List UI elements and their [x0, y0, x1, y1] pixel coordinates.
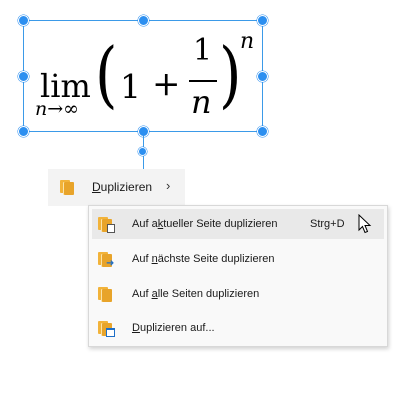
formula-object[interactable]: lim n→∞ ( 1 + 1 n ) n [18, 15, 268, 170]
formula-numerator: 1 [193, 33, 213, 68]
duplicate-next-page-icon: ➜ [98, 251, 114, 269]
resize-handle-top-right[interactable] [257, 15, 268, 26]
shortcut-label: Strg+D [310, 218, 345, 230]
formula-one: 1 [120, 67, 141, 106]
duplicate-to-icon [98, 320, 115, 337]
submenu-item-label: Auf alle Seiten duplizieren [132, 288, 260, 300]
formula-left-paren: ( [95, 32, 118, 116]
duplicate-pages-icon [60, 179, 76, 195]
resize-handle-left[interactable] [18, 71, 29, 82]
submenu-item-label: Duplizieren auf... [132, 322, 215, 334]
submenu-item-next-page[interactable]: ➜ Auf nächste Seite duplizieren [92, 244, 384, 274]
submenu-item-all-pages[interactable]: Auf alle Seiten duplizieren [92, 279, 384, 309]
formula-subscript: n→∞ [35, 98, 79, 120]
rotate-handle[interactable] [138, 147, 147, 156]
submenu-item-label: Auf aktueller Seite duplizieren [132, 218, 278, 230]
formula[interactable]: lim n→∞ ( 1 + 1 n ) n [33, 26, 255, 126]
resize-handle-bottom-left[interactable] [18, 126, 29, 137]
submenu-item-current-page[interactable]: Auf aktueller Seite duplizieren Strg+D [92, 209, 384, 239]
duplicate-current-page-icon [98, 216, 115, 233]
resize-handle-top-left[interactable] [18, 15, 29, 26]
mouse-pointer-icon [358, 214, 372, 234]
context-menu: Duplizieren › [48, 169, 185, 206]
resize-handle-right[interactable] [257, 71, 268, 82]
resize-handle-bottom-right[interactable] [257, 126, 268, 137]
formula-plus: + [152, 64, 181, 104]
formula-exponent: n [240, 29, 255, 54]
menu-item-duplicate-label: Duplizieren [92, 180, 153, 194]
submenu-duplicate: Auf aktueller Seite duplizieren Strg+D ➜… [88, 205, 388, 347]
formula-denominator: n [191, 83, 212, 121]
chevron-right-icon: › [166, 178, 171, 193]
formula-fraction-bar [189, 80, 217, 82]
submenu-item-label: Auf nächste Seite duplizieren [132, 253, 275, 265]
formula-right-paren: ) [219, 32, 242, 116]
resize-handle-top[interactable] [138, 15, 149, 26]
submenu-item-duplicate-to[interactable]: Duplizieren auf... [92, 313, 384, 343]
duplicate-all-pages-icon [98, 286, 114, 302]
menu-item-duplicate[interactable]: Duplizieren › [52, 174, 181, 200]
